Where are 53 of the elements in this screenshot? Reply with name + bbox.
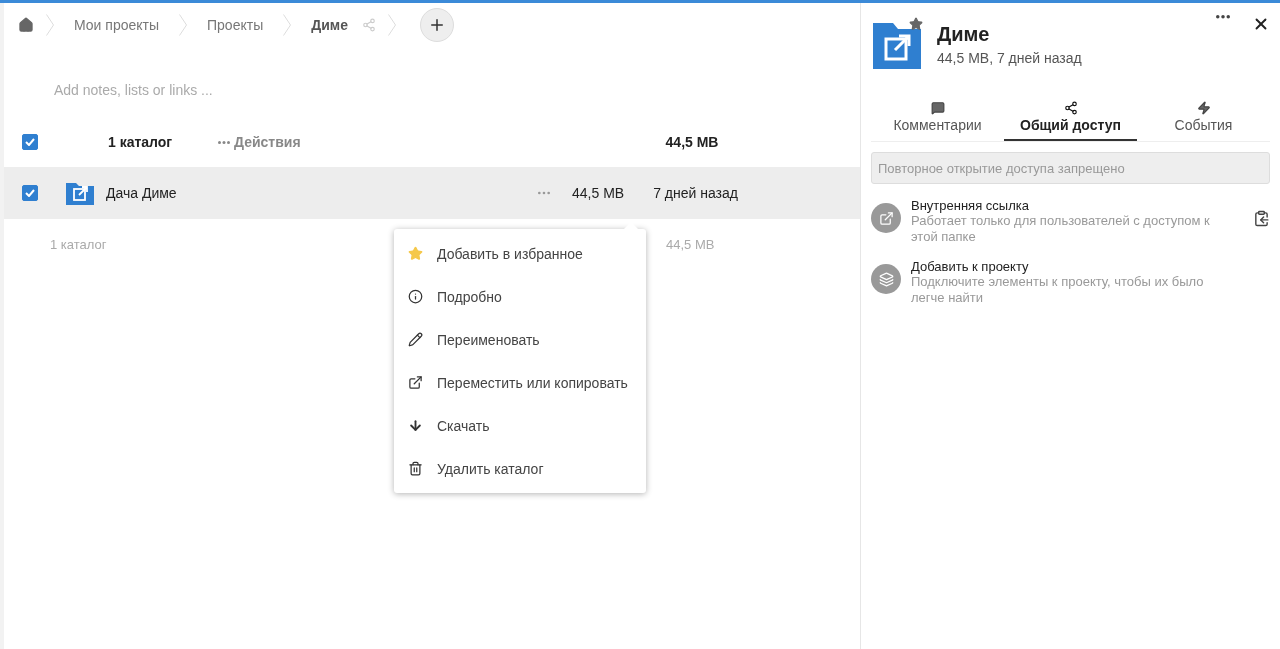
info-icon	[408, 289, 423, 304]
chevron-right-icon	[387, 14, 396, 36]
menu-item[interactable]: Подробно	[394, 275, 646, 318]
entry-description: Подключите элементы к проекту, чтобы их было легче найти	[911, 274, 1205, 306]
checkbox[interactable]	[22, 185, 38, 201]
menu-item[interactable]: Переименовать	[394, 318, 646, 361]
entry-description: Работает только для пользователей с доступом к этой папке	[911, 213, 1211, 245]
sidebar-tab[interactable]: События	[1137, 99, 1270, 141]
chevron-right-icon	[179, 14, 187, 36]
more-icon	[218, 140, 230, 144]
menu-item[interactable]: Переместить или копировать	[394, 361, 646, 404]
entry-title: Внутренняя ссылка	[911, 198, 1030, 213]
home-icon[interactable]	[18, 17, 34, 33]
breadcrumb-link[interactable]: Мои проекты	[66, 17, 167, 33]
menu-item[interactable]: Скачать	[394, 404, 646, 447]
summary-size: 44,5 MB	[666, 236, 715, 252]
menu-item[interactable]: Удалить каталог	[394, 447, 646, 490]
checkmark-icon	[25, 138, 35, 146]
checkmark-icon	[25, 189, 35, 197]
breadcrumb-link[interactable]: Диме	[303, 17, 356, 33]
comment-icon	[930, 101, 945, 115]
checkbox[interactable]	[22, 134, 38, 150]
item-count: 1 каталог	[108, 134, 174, 150]
chevron-right-icon	[283, 14, 292, 36]
trash-icon	[408, 461, 423, 476]
sidebar-tab[interactable]: Общий доступ	[1004, 99, 1137, 141]
layers-icon	[878, 271, 894, 287]
file-row[interactable]: Дача Диме 44,5 MB 7 дней назад	[4, 167, 860, 219]
pencil-icon	[408, 332, 423, 347]
file-size: 44,5 MB	[572, 185, 625, 201]
menu-item[interactable]: Добавить в избранное	[394, 232, 646, 275]
chevron-right-icon	[46, 14, 54, 36]
file-name[interactable]: Дача Диме	[106, 185, 536, 201]
actions-button[interactable]: Действия	[218, 134, 301, 150]
entry-title: Добавить к проекту	[911, 259, 1030, 274]
sidebar-tab[interactable]: Комментарии	[871, 99, 1004, 141]
star-icon[interactable]	[909, 17, 923, 31]
arrow-down-icon	[408, 418, 423, 433]
total-size: 44,5 MB	[665, 134, 719, 150]
share-icon	[1063, 101, 1078, 115]
sidebar-title: Диме	[937, 23, 991, 46]
external-link-icon	[408, 375, 423, 390]
shared-folder-icon	[66, 181, 94, 205]
more-icon	[1216, 15, 1230, 19]
star-icon	[408, 246, 423, 261]
external-link-icon	[878, 210, 894, 226]
sidebar-meta: 44,5 MB, 7 дней назад	[937, 50, 1082, 66]
add-button[interactable]	[419, 8, 454, 42]
clipboard-icon[interactable]	[1253, 210, 1270, 227]
breadcrumb-link[interactable]: Проекты	[199, 17, 272, 33]
lightning-icon	[1196, 101, 1211, 115]
file-modified: 7 дней назад	[653, 185, 738, 201]
summary-count: 1 каталог	[50, 236, 108, 252]
